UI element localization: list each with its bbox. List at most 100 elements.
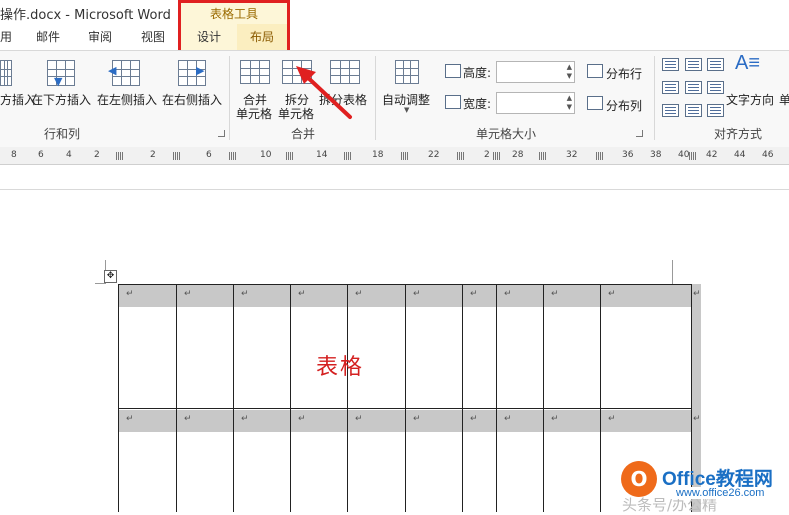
insert-left-button[interactable]: 在左侧插入 (97, 91, 157, 108)
ruler-number: 2 (94, 150, 100, 160)
arrow-down-icon: ▼ (54, 75, 63, 88)
ruler-column-marker[interactable] (173, 152, 180, 160)
insert-right-button[interactable]: 在右侧插入 (162, 91, 222, 108)
tab-review[interactable]: 审阅 (88, 28, 112, 45)
ruler-number: 44 (734, 150, 746, 160)
height-input[interactable]: ▲ ▼ (496, 61, 575, 83)
ruler-number: 2 (150, 150, 156, 160)
ruler-number: 8 (11, 150, 17, 160)
table-border (176, 284, 177, 512)
table-move-handle-icon[interactable]: ✥ (104, 270, 117, 283)
distribute-cols-icon[interactable] (587, 96, 603, 110)
column-width-icon (445, 95, 461, 109)
ruler-column-marker[interactable] (596, 152, 603, 160)
ruler-number: 22 (428, 150, 440, 160)
paragraph-mark: ↵ (355, 414, 363, 424)
ruler-column-marker[interactable] (286, 152, 293, 160)
paragraph-mark: ↵ (504, 414, 512, 424)
group-label-alignment: 对齐方式 (714, 127, 763, 141)
ruler-number: 46 (762, 150, 774, 160)
align-bottom-center-icon[interactable] (685, 104, 702, 117)
tab-view[interactable]: 视图 (141, 28, 165, 45)
paragraph-mark: ↵ (184, 289, 192, 299)
end-of-row-mark: ↵ (693, 289, 701, 299)
cell-margins-button[interactable]: 单 (779, 91, 789, 108)
ruler-column-marker[interactable] (401, 152, 408, 160)
table-border (290, 284, 291, 512)
text-direction-button[interactable]: 文字方向 (726, 91, 774, 108)
align-top-right-icon[interactable] (707, 58, 724, 71)
paragraph-mark: ↵ (470, 414, 478, 424)
table-border (405, 284, 406, 512)
paragraph-mark: ↵ (413, 289, 421, 299)
merge-cells-icon[interactable] (240, 60, 270, 84)
table-border (233, 284, 234, 512)
spin-down-icon[interactable]: ▼ (567, 73, 572, 80)
paragraph-mark: ↵ (504, 289, 512, 299)
width-label: 宽度: (463, 97, 492, 111)
page-margin-mark (672, 260, 673, 284)
table-border (600, 284, 601, 512)
ruler-number: 2 (484, 150, 490, 160)
align-middle-right-icon[interactable] (707, 81, 724, 94)
merge-cells-label-2[interactable]: 单元格 (236, 105, 272, 122)
align-bottom-left-icon[interactable] (662, 104, 679, 117)
spin-up-icon[interactable]: ▲ (567, 95, 572, 102)
ruler-number: 4 (66, 150, 72, 160)
height-label: 高度: (463, 66, 492, 80)
paragraph-mark: ↵ (241, 414, 249, 424)
ruler-column-marker[interactable] (539, 152, 546, 160)
group-label-merge: 合并 (291, 127, 316, 141)
table-border (496, 284, 497, 512)
autofit-icon[interactable] (395, 60, 419, 84)
ruler-column-marker[interactable] (689, 152, 696, 160)
align-top-left-icon[interactable] (662, 58, 679, 71)
paragraph-mark: ↵ (298, 289, 306, 299)
ruler-column-marker[interactable] (229, 152, 236, 160)
dropdown-arrow-icon[interactable]: ▼ (404, 106, 409, 114)
arrow-left-icon: ◀ (108, 64, 117, 77)
ruler-number: 38 (650, 150, 662, 160)
paragraph-mark: ↵ (608, 289, 616, 299)
table[interactable]: ↵ ↵ ↵ ↵ ↵ ↵ ↵ ↵ ↵ ↵ ↵ ↵ ↵ ↵ ↵ ↵ ↵ ↵ ↵ ↵ … (118, 284, 701, 512)
ruler-number: 28 (512, 150, 524, 160)
insert-above-icon[interactable] (0, 60, 12, 86)
ruler-column-marker[interactable] (344, 152, 351, 160)
ruler-number: 32 (566, 150, 578, 160)
distribute-rows-button[interactable]: 分布行 (606, 65, 642, 82)
paragraph-mark: ↵ (551, 289, 559, 299)
paragraph-mark: ↵ (241, 289, 249, 299)
row-height-icon (445, 64, 461, 78)
ruler-column-marker[interactable] (493, 152, 500, 160)
align-bottom-right-icon[interactable] (707, 104, 724, 117)
align-middle-left-icon[interactable] (662, 81, 679, 94)
tab-home[interactable]: 用 (0, 28, 12, 45)
dialog-launcher-icon[interactable] (218, 130, 225, 137)
ruler-column-marker[interactable] (457, 152, 464, 160)
width-input[interactable]: ▲ ▼ (496, 92, 575, 114)
insert-below-button[interactable]: 在下方插入 (31, 91, 91, 108)
group-label-rows-cols: 行和列 (44, 127, 81, 141)
align-top-center-icon[interactable] (685, 58, 702, 71)
end-of-row-mark: ↵ (693, 414, 701, 424)
spin-up-icon[interactable]: ▲ (567, 64, 572, 71)
group-label-cell-size: 单元格大小 (476, 127, 537, 141)
align-middle-center-icon[interactable] (685, 81, 702, 94)
tab-mailings[interactable]: 邮件 (36, 28, 60, 45)
ruler-number: 6 (206, 150, 212, 160)
text-direction-icon[interactable]: A≡ (735, 52, 760, 75)
paragraph-mark: ↵ (184, 414, 192, 424)
group-separator (229, 56, 230, 140)
group-separator (654, 56, 655, 140)
distribute-rows-icon[interactable] (587, 64, 603, 78)
ruler-number: 42 (706, 150, 718, 160)
ruler-column-marker[interactable] (116, 152, 123, 160)
spin-down-icon[interactable]: ▼ (567, 104, 572, 111)
dialog-launcher-icon[interactable] (636, 130, 643, 137)
distribute-cols-button[interactable]: 分布列 (606, 97, 642, 114)
annotation-arrow-icon (296, 66, 352, 119)
office-logo-letter: O (630, 467, 648, 491)
paragraph-mark: ↵ (470, 289, 478, 299)
table-border (462, 284, 463, 512)
table-cell-text[interactable]: 表格 (316, 349, 364, 381)
